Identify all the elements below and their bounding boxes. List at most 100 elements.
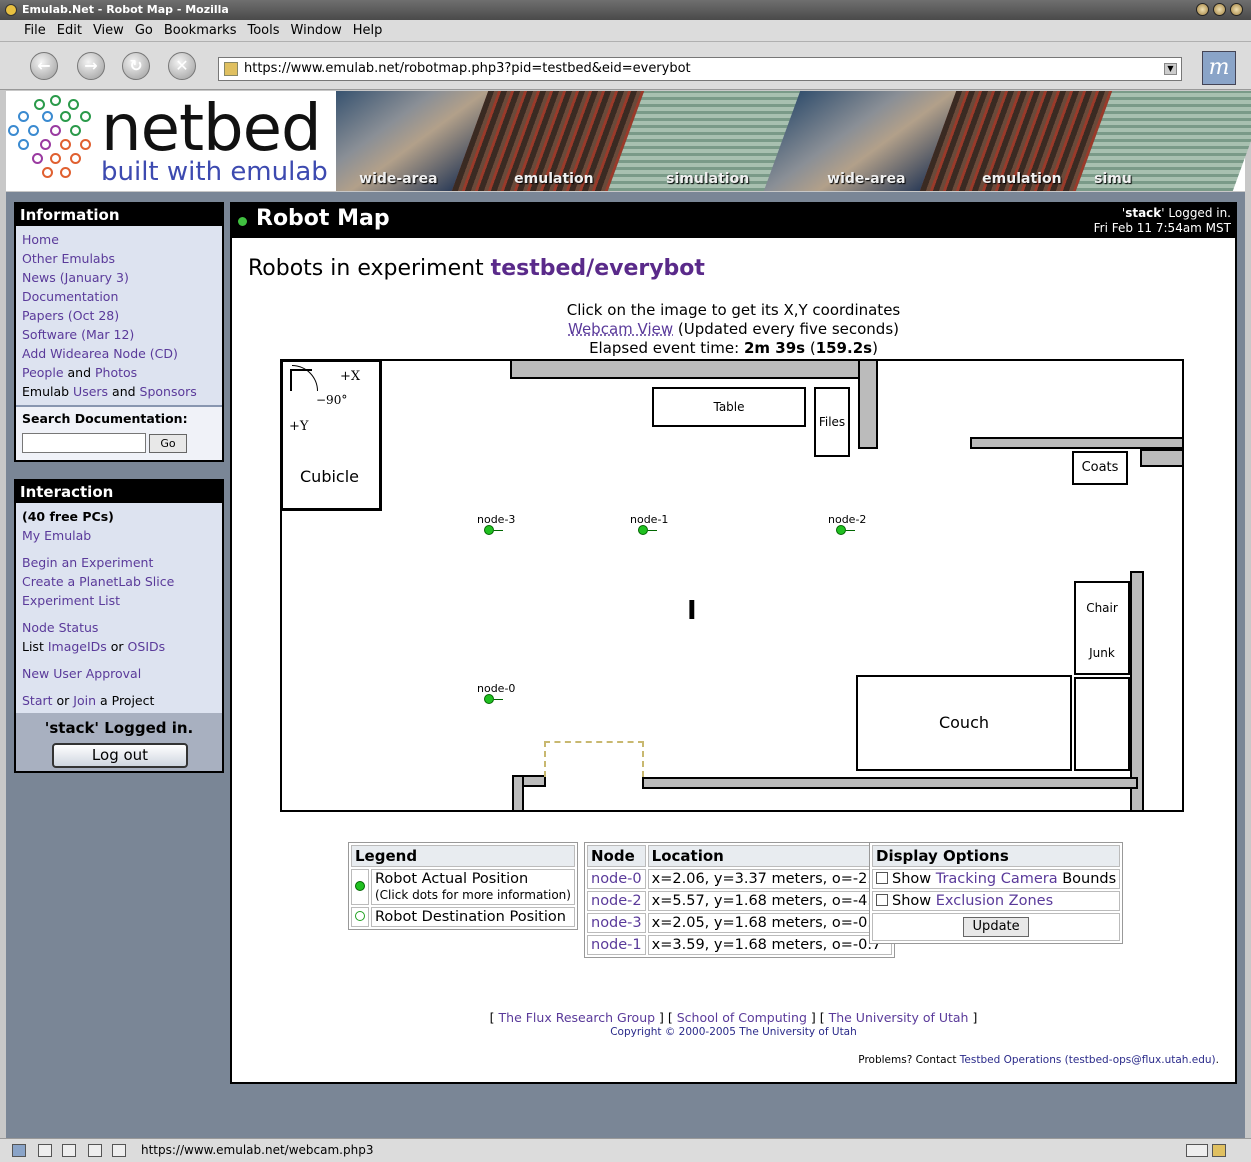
text-cursor-icon: I [687,596,697,626]
mozilla-throbber-icon[interactable]: m [1202,51,1236,85]
stop-icon[interactable]: ✕ [168,52,196,80]
node-link[interactable]: node-0 [591,871,642,887]
nav-my-emulab[interactable]: My Emulab [22,528,91,543]
node-link[interactable]: node-3 [591,915,642,931]
node-0-dot-icon[interactable] [484,694,494,704]
nav-photos[interactable]: Photos [95,365,137,380]
menu-edit[interactable]: Edit [57,20,82,42]
nav-users[interactable]: Users [73,384,108,399]
maximize-icon[interactable] [1213,3,1226,16]
nav-papers[interactable]: Papers (Oct 28) [22,308,119,323]
minimize-icon[interactable] [1196,3,1209,16]
menu-window[interactable]: Window [291,20,342,42]
col-node: Node [587,845,646,867]
actual-position-icon [355,881,365,891]
reload-icon[interactable]: ↻ [122,52,150,80]
forward-icon[interactable]: → [77,52,105,80]
composer-icon[interactable] [62,1144,76,1157]
menu-view[interactable]: View [93,20,124,42]
online-icon [1186,1144,1208,1157]
exclusion-zones-checkbox[interactable] [876,894,888,906]
search-go-button[interactable]: Go [149,434,187,453]
node-2-label: node-2 [828,513,867,526]
nav-experiment-list[interactable]: Experiment List [22,593,120,608]
click-instruction: Click on the image to get its X,Y coordi… [566,301,901,319]
logo-tagline: built with emulab [101,157,328,187]
menu-go[interactable]: Go [135,20,153,42]
search-label: Search Documentation: [22,411,188,426]
nav-news[interactable]: News (January 3) [22,270,129,285]
nav-other-emulabs[interactable]: Other Emulabs [22,251,115,266]
nav-begin-experiment[interactable]: Begin an Experiment [22,555,153,570]
banner-caption: wide-area [826,171,906,187]
coats-label: Coats [1081,460,1119,475]
testbed-ops-link[interactable]: Testbed Operations (testbed-ops@flux.uta… [960,1054,1216,1066]
search-input[interactable] [22,433,146,453]
nav-node-status[interactable]: Node Status [22,620,98,635]
experiment-link[interactable]: everybot [594,256,705,281]
show-text: Show [892,871,936,887]
files-object: Files [814,387,850,457]
mail-icon[interactable] [38,1144,52,1157]
banner-caption: wide-area [358,171,438,187]
col-location: Location [647,845,893,867]
security-lock-icon[interactable] [1212,1144,1226,1157]
display-options-heading: Display Options [872,845,1121,867]
navigator-icon[interactable] [12,1144,26,1157]
table-object: Table [652,387,806,427]
tracking-camera-link[interactable]: Tracking Camera [936,871,1058,887]
nav-osids[interactable]: OSIDs [128,639,166,654]
main-content: Robot Map 'stack' Logged in. Fri Feb 11 … [230,202,1237,1084]
url-bar[interactable]: https://www.emulab.net/robotmap.php3?pid… [218,57,1182,81]
tracking-camera-checkbox[interactable] [876,872,888,884]
minus-90-label: −90° [316,393,348,407]
banner-caption: simulation [666,171,750,187]
netbed-logo[interactable]: netbed built with emulab [6,91,336,191]
couch-object: Couch [856,675,1072,771]
node-link[interactable]: node-2 [591,893,642,909]
close-window-icon[interactable] [1230,3,1243,16]
nav-documentation[interactable]: Documentation [22,289,118,304]
nav-software[interactable]: Software (Mar 12) [22,327,134,342]
banner-caption: emulation [981,171,1062,187]
menu-help[interactable]: Help [353,20,383,42]
node-2-dot-icon[interactable] [836,525,846,535]
nav-imageids[interactable]: ImageIDs [48,639,107,654]
university-of-utah-link[interactable]: The University of Utah [829,1010,969,1025]
table-row: node-1 x=3.59, y=1.68 meters, o=-0.7° [587,935,893,955]
chat-icon[interactable] [112,1144,126,1157]
node-3-dot-icon[interactable] [484,525,494,535]
nav-new-user-approval[interactable]: New User Approval [22,666,141,681]
nav-add-widearea-node[interactable]: Add Widearea Node (CD) [22,346,178,361]
footer-links: [ The Flux Research Group ] [ School of … [489,1010,978,1025]
header-logged-in: ' Logged in. [1161,206,1231,220]
or-text: or [106,639,128,654]
nav-sponsors[interactable]: Sponsors [140,384,197,399]
node-location: x=2.06, y=3.37 meters, o=-2.5° [647,869,893,889]
nav-home[interactable]: Home [22,232,59,247]
menu-bookmarks[interactable]: Bookmarks [164,20,237,42]
flux-group-link[interactable]: The Flux Research Group [499,1010,656,1025]
webcam-view-link[interactable]: Webcam View [568,320,673,338]
school-of-computing-link[interactable]: School of Computing [677,1010,807,1025]
show-text: Show [892,893,936,909]
address-book-icon[interactable] [88,1144,102,1157]
update-button[interactable]: Update [963,917,1030,937]
url-dropdown-icon[interactable]: ▼ [1164,63,1177,75]
menu-file[interactable]: File [24,20,46,42]
nav-join-project[interactable]: Join [73,693,96,708]
nav-people[interactable]: People [22,365,64,380]
logout-button[interactable]: Log out [52,743,188,768]
and-text: and [63,365,95,380]
nav-planetlab-slice[interactable]: Create a PlanetLab Slice [22,574,174,589]
wall [642,777,1138,789]
node-1-dot-icon[interactable] [638,525,648,535]
exclusion-zones-link[interactable]: Exclusion Zones [936,893,1053,909]
experiment-heading: Robots in experiment testbed/everybot [248,256,705,281]
robot-map-image[interactable]: +X −90° +Y Cubicle Table Files Coats Cha… [280,359,1184,812]
menu-tools[interactable]: Tools [247,20,279,42]
back-icon[interactable]: ← [30,52,58,80]
project-link[interactable]: testbed [491,256,586,281]
node-link[interactable]: node-1 [591,937,642,953]
nav-start-project[interactable]: Start [22,693,53,708]
